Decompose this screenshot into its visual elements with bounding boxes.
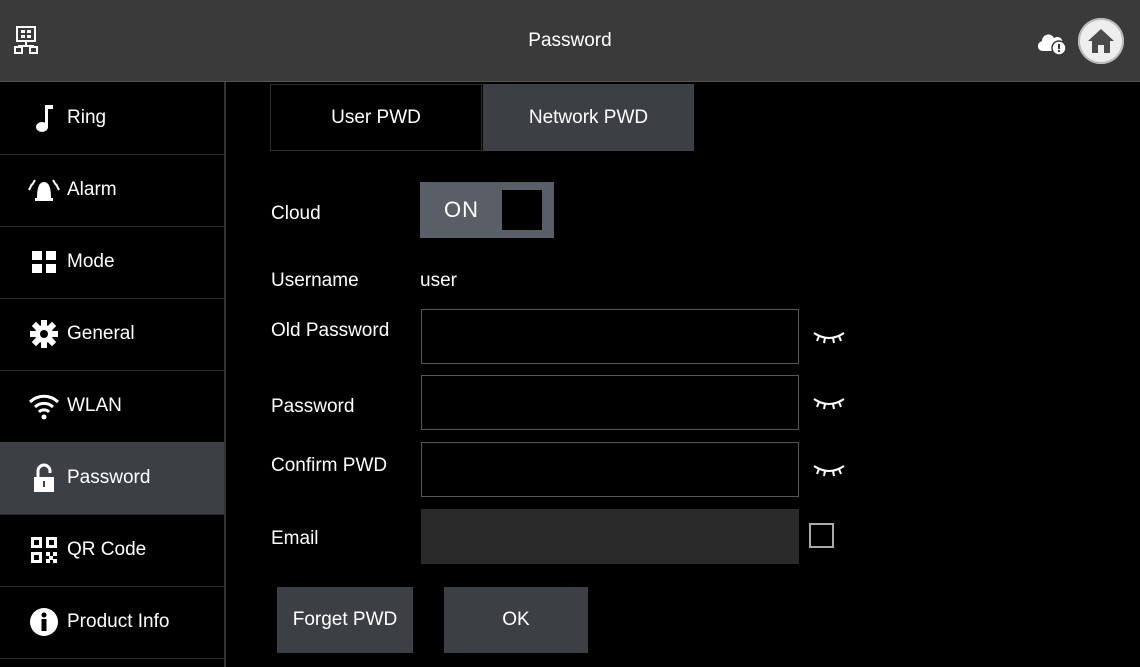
music-note-icon	[27, 101, 61, 135]
info-icon	[27, 605, 61, 639]
password-label: Password	[271, 396, 355, 417]
qr-code-icon	[27, 533, 61, 567]
home-icon	[1088, 29, 1114, 53]
top-bar: Password	[0, 0, 1140, 82]
email-label: Email	[271, 528, 319, 549]
old-password-field[interactable]	[421, 309, 799, 364]
sidebar-item-ring[interactable]: Ring	[0, 82, 224, 155]
page-title: Password	[528, 30, 612, 51]
sidebar-item-alarm[interactable]: Alarm	[0, 154, 224, 227]
old-password-label: Old Password	[271, 320, 390, 341]
alarm-bell-icon	[27, 173, 61, 207]
sidebar-item-label: Product Info	[67, 611, 170, 632]
wifi-icon	[27, 389, 61, 423]
sidebar-item-label: Ring	[67, 107, 107, 128]
sidebar-item-general[interactable]: General	[0, 298, 224, 371]
username-label: Username	[271, 270, 359, 291]
sidebar: Ring Alarm Mode General WLAN Password QR…	[0, 82, 226, 667]
sidebar-item-label: QR Code	[67, 539, 147, 560]
lock-icon	[27, 461, 61, 495]
show-password-icon[interactable]	[812, 327, 846, 347]
sidebar-item-wlan[interactable]: WLAN	[0, 370, 224, 443]
sidebar-item-label: Alarm	[67, 179, 117, 200]
sidebar-item-qr-code[interactable]: QR Code	[0, 514, 224, 587]
username-value: user	[420, 270, 457, 291]
cloud-status-icon[interactable]	[1035, 29, 1069, 57]
mode-grid-icon	[27, 245, 61, 279]
confirm-password-field[interactable]	[421, 442, 799, 497]
email-checkbox[interactable]	[809, 523, 834, 548]
sidebar-item-label: Mode	[67, 251, 115, 272]
toggle-knob	[502, 190, 542, 230]
cloud-toggle[interactable]: ON	[420, 182, 554, 238]
forget-password-button[interactable]: Forget PWD	[277, 587, 413, 653]
sidebar-item-label: Password	[67, 467, 151, 488]
email-field[interactable]	[421, 509, 799, 564]
home-button[interactable]	[1078, 18, 1124, 64]
sidebar-item-mode[interactable]: Mode	[0, 226, 224, 299]
show-password-icon[interactable]	[812, 393, 846, 413]
tab-user-pwd[interactable]: User PWD	[270, 84, 482, 151]
gear-icon	[27, 317, 61, 351]
cloud-label: Cloud	[271, 203, 321, 224]
sidebar-item-label: General	[67, 323, 135, 344]
sidebar-item-password[interactable]: Password	[0, 442, 224, 515]
tab-network-pwd[interactable]: Network PWD	[483, 84, 694, 151]
show-password-icon[interactable]	[812, 460, 846, 480]
new-password-field[interactable]	[421, 375, 799, 430]
main-panel: User PWD Network PWD Cloud ON Username u…	[226, 82, 1140, 667]
sidebar-item-label: WLAN	[67, 395, 122, 416]
toggle-state-text: ON	[444, 197, 479, 222]
sidebar-item-product-info[interactable]: Product Info	[0, 586, 224, 659]
ok-button[interactable]: OK	[444, 587, 588, 653]
confirm-password-label: Confirm PWD	[271, 455, 388, 476]
